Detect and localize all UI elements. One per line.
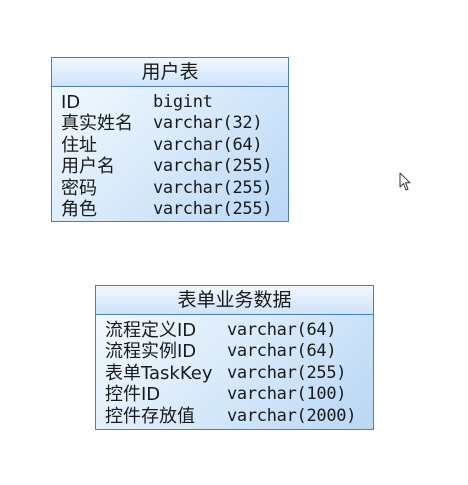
field-name: 控件存放值 — [105, 405, 195, 427]
entity-fields: ID bigint 真实姓名 varchar(32) 住址 varchar(64… — [52, 87, 288, 220]
field-name: 真实姓名 — [61, 113, 133, 135]
field-row: 控件ID varchar(100) — [105, 384, 373, 405]
entity-title: 表单业务数据 — [96, 286, 373, 315]
field-row: 真实姓名 varchar(32) — [61, 113, 288, 134]
field-type: varchar(100) — [227, 384, 347, 405]
field-name: 住址 — [61, 134, 97, 156]
field-type: varchar(255) — [153, 156, 273, 177]
field-row: 流程实例ID varchar(64) — [105, 341, 373, 362]
field-name: 角色 — [61, 198, 97, 220]
field-name: ID — [61, 92, 81, 113]
entity-title: 用户表 — [52, 58, 288, 87]
field-row: 用户名 varchar(255) — [61, 156, 288, 177]
field-row: 表单TaskKey varchar(255) — [105, 363, 373, 384]
field-row: ID bigint — [61, 92, 288, 113]
field-type: varchar(64) — [153, 134, 263, 155]
field-name: 流程实例ID — [105, 341, 197, 363]
field-row: 住址 varchar(64) — [61, 135, 288, 156]
field-type: varchar(32) — [153, 113, 263, 134]
field-type: varchar(255) — [227, 362, 347, 383]
field-type: varchar(255) — [153, 177, 273, 198]
field-type: varchar(2000) — [227, 405, 357, 426]
entity-users-table[interactable]: 用户表 ID bigint 真实姓名 varchar(32) 住址 varcha… — [51, 57, 289, 222]
entity-fields: 流程定义ID varchar(64) 流程实例ID varchar(64) 表单… — [96, 315, 373, 427]
field-row: 密码 varchar(255) — [61, 178, 288, 199]
field-type: bigint — [153, 92, 213, 112]
field-name: 控件ID — [105, 384, 161, 406]
field-row: 控件存放值 varchar(2000) — [105, 406, 373, 427]
field-type: varchar(64) — [227, 341, 337, 362]
field-row: 角色 varchar(255) — [61, 199, 288, 220]
field-name: 密码 — [61, 177, 97, 199]
entity-form-data-table[interactable]: 表单业务数据 流程定义ID varchar(64) 流程实例ID varchar… — [95, 285, 374, 430]
field-type: varchar(255) — [153, 198, 273, 219]
field-type: varchar(64) — [227, 320, 337, 340]
mouse-pointer-icon — [399, 172, 411, 191]
field-row: 流程定义ID varchar(64) — [105, 320, 373, 341]
field-name: 用户名 — [61, 156, 115, 178]
field-name: 表单TaskKey — [105, 362, 213, 384]
field-name: 流程定义ID — [105, 320, 197, 341]
